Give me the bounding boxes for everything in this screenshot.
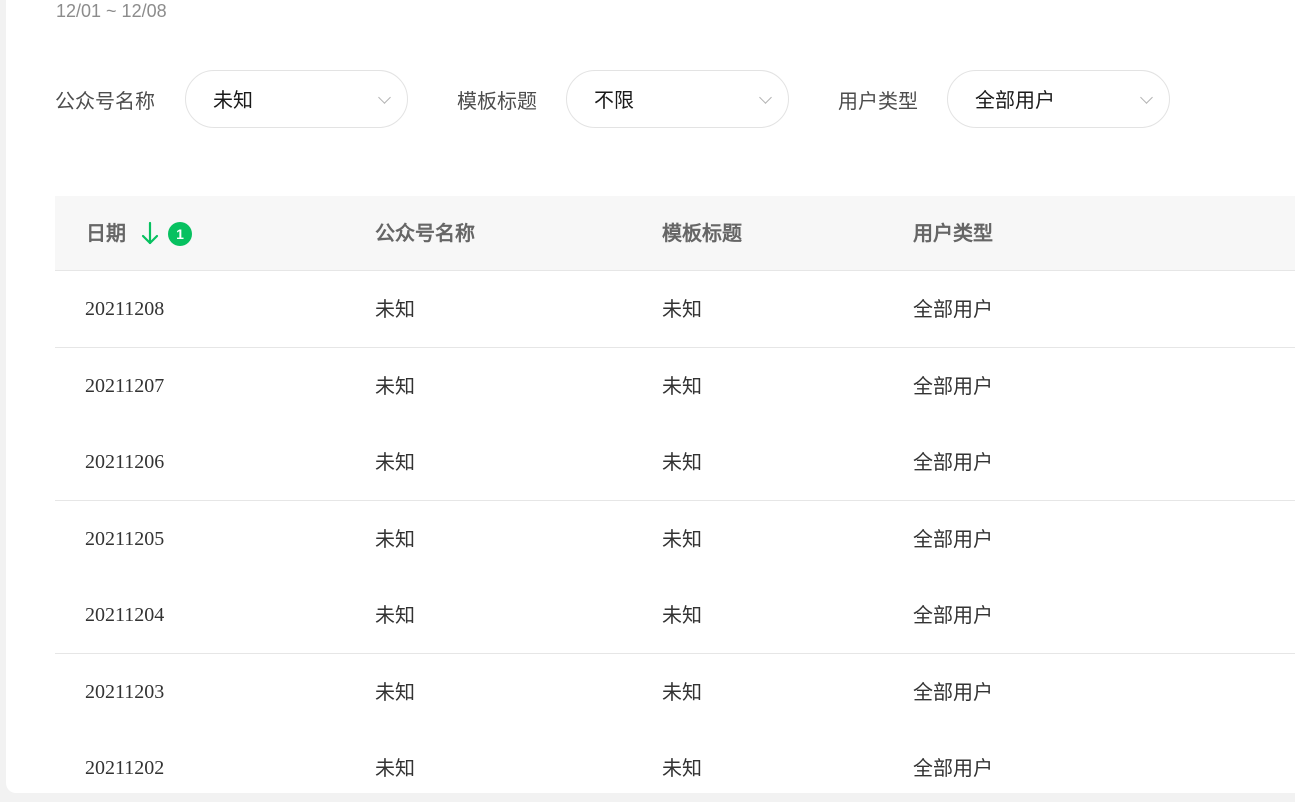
cell-template-title: 未知: [662, 527, 702, 551]
account-name-select-value: 未知: [213, 88, 253, 112]
template-title-select-value: 不限: [594, 88, 634, 112]
cell-user-type: 全部用户: [913, 297, 993, 321]
filter-label-user-type: 用户类型: [838, 89, 918, 113]
table-row: 20211203 未知 未知 全部用户: [55, 654, 1295, 731]
cell-template-title: 未知: [662, 374, 702, 398]
cell-template-title: 未知: [662, 450, 702, 474]
cell-date: 20211203: [85, 681, 165, 703]
sort-descending-icon[interactable]: [141, 221, 159, 247]
table-row: 20211206 未知 未知 全部用户: [55, 424, 1295, 501]
column-header-user-type: 用户类型: [913, 221, 993, 245]
cell-user-type: 全部用户: [913, 603, 993, 627]
cell-user-type: 全部用户: [913, 680, 993, 704]
chevron-down-icon: [759, 91, 772, 104]
table-row: 20211205 未知 未知 全部用户: [55, 501, 1295, 578]
cell-user-type: 全部用户: [913, 374, 993, 398]
cell-template-title: 未知: [662, 756, 702, 780]
user-type-select[interactable]: 全部用户: [947, 70, 1170, 128]
cell-user-type: 全部用户: [913, 527, 993, 551]
column-header-account-name: 公众号名称: [375, 221, 475, 245]
column-header-date[interactable]: 日期: [86, 220, 126, 246]
cell-account-name: 未知: [375, 450, 415, 474]
table-row: 20211208 未知 未知 全部用户: [55, 271, 1295, 348]
cell-template-title: 未知: [662, 297, 702, 321]
table-header: 日期 1 公众号名称 模板标题 用户类型: [55, 196, 1295, 271]
table-row: 20211204 未知 未知 全部用户: [55, 577, 1295, 654]
filter-label-account: 公众号名称: [55, 89, 155, 113]
chevron-down-icon: [1140, 91, 1153, 104]
cell-date: 20211202: [85, 757, 165, 779]
cell-date: 20211205: [85, 528, 165, 550]
table-row: 20211207 未知 未知 全部用户: [55, 348, 1295, 425]
table-row: 20211202 未知 未知 全部用户: [55, 730, 1295, 793]
filter-label-template: 模板标题: [457, 89, 537, 113]
sort-order-badge: 1: [168, 222, 192, 246]
cell-date: 20211207: [85, 375, 165, 397]
cell-date: 20211206: [85, 451, 165, 473]
account-name-select[interactable]: 未知: [185, 70, 408, 128]
cell-account-name: 未知: [375, 527, 415, 551]
column-header-template-title: 模板标题: [662, 221, 742, 245]
cell-template-title: 未知: [662, 680, 702, 704]
template-title-select[interactable]: 不限: [566, 70, 789, 128]
user-type-select-value: 全部用户: [975, 88, 1055, 112]
cell-date: 20211208: [85, 298, 165, 320]
cell-account-name: 未知: [375, 374, 415, 398]
cell-template-title: 未知: [662, 603, 702, 627]
cell-account-name: 未知: [375, 756, 415, 780]
cell-user-type: 全部用户: [913, 450, 993, 474]
date-range: 12/01 ~ 12/08: [56, 1, 167, 21]
cell-date: 20211204: [85, 604, 165, 626]
chevron-down-icon: [378, 91, 391, 104]
cell-account-name: 未知: [375, 603, 415, 627]
cell-user-type: 全部用户: [913, 756, 993, 780]
cell-account-name: 未知: [375, 297, 415, 321]
cell-account-name: 未知: [375, 680, 415, 704]
